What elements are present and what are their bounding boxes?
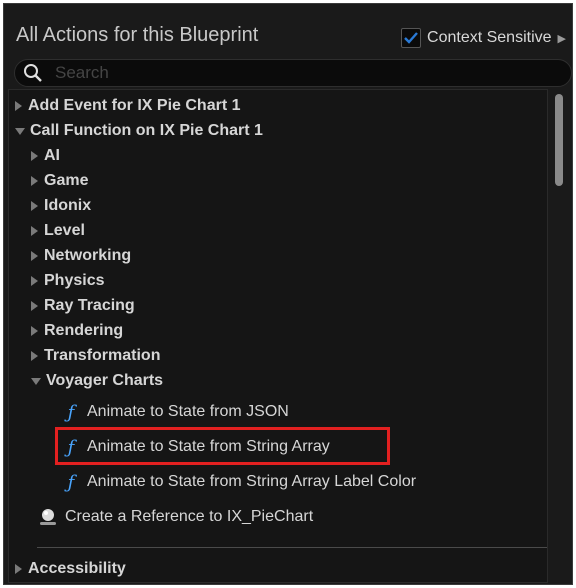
expand-arrow-icon[interactable] xyxy=(31,151,38,161)
category-label: Networking xyxy=(44,247,132,264)
category-label: AI xyxy=(44,147,60,164)
category-transformation[interactable]: Transformation xyxy=(31,345,160,367)
reference-icon xyxy=(40,509,56,525)
blueprint-actions-panel: All Actions for this Blueprint Context S… xyxy=(3,3,573,585)
category-label: Transformation xyxy=(44,347,161,364)
action-tree: Add Event for IX Pie Chart 1 Call Functi… xyxy=(8,89,548,583)
function-icon: ƒ xyxy=(67,401,75,423)
highlight-box xyxy=(55,427,390,465)
expand-arrow-icon[interactable] xyxy=(31,226,38,236)
scrollbar-thumb[interactable] xyxy=(555,94,563,186)
tree-item-label: Call Function on IX Pie Chart 1 xyxy=(30,122,263,139)
tree-item-label: Accessibility xyxy=(28,560,126,577)
expand-arrow-icon[interactable] xyxy=(31,201,38,211)
category-networking[interactable]: Networking xyxy=(31,245,131,267)
tree-item-accessibility[interactable]: Accessibility xyxy=(15,558,126,580)
context-sensitive-checkbox[interactable] xyxy=(401,28,422,48)
function-item[interactable]: ƒ Animate to State from String Array Lab… xyxy=(65,471,416,493)
category-physics[interactable]: Physics xyxy=(31,270,104,292)
create-reference-label: Create a Reference to IX_PieChart xyxy=(65,508,314,525)
create-reference-item[interactable]: Create a Reference to IX_PieChart xyxy=(37,506,313,528)
expand-arrow-icon[interactable] xyxy=(15,564,22,574)
expand-arrow-icon[interactable] xyxy=(31,251,38,261)
category-idonix[interactable]: Idonix xyxy=(31,195,91,217)
expand-arrow-icon[interactable] xyxy=(31,276,38,286)
function-icon: ƒ xyxy=(67,471,75,493)
expand-arrow-icon[interactable] xyxy=(31,176,38,186)
category-label: Ray Tracing xyxy=(44,297,135,314)
search-icon xyxy=(24,64,42,82)
collapse-arrow-icon[interactable] xyxy=(15,127,25,135)
expand-arrow-icon[interactable] xyxy=(15,101,22,111)
function-label: Animate to State from String Array Label… xyxy=(87,473,417,490)
expand-arrow-icon[interactable] xyxy=(31,326,38,336)
chevron-right-icon[interactable]: ▶ xyxy=(558,32,566,45)
category-label: Rendering xyxy=(44,322,124,339)
category-level[interactable]: Level xyxy=(31,220,85,242)
panel-title: All Actions for this Blueprint xyxy=(16,24,259,46)
category-game[interactable]: Game xyxy=(31,170,88,192)
category-label: Level xyxy=(44,222,85,239)
collapse-arrow-icon[interactable] xyxy=(31,377,41,385)
category-label: Idonix xyxy=(44,197,92,214)
category-label: Physics xyxy=(44,272,105,289)
category-ray-tracing[interactable]: Ray Tracing xyxy=(31,295,135,317)
category-rendering[interactable]: Rendering xyxy=(31,320,123,342)
tree-item-add-event[interactable]: Add Event for IX Pie Chart 1 xyxy=(15,95,240,117)
divider xyxy=(37,547,547,548)
expand-arrow-icon[interactable] xyxy=(31,301,38,311)
search-input[interactable] xyxy=(53,62,537,84)
tree-item-call-function[interactable]: Call Function on IX Pie Chart 1 xyxy=(15,120,263,142)
category-ai[interactable]: AI xyxy=(31,145,60,167)
checkmark-icon xyxy=(404,32,418,44)
context-sensitive-toggle[interactable]: Context Sensitive ▶ xyxy=(401,28,566,48)
tree-item-label: Add Event for IX Pie Chart 1 xyxy=(28,97,241,114)
expand-arrow-icon[interactable] xyxy=(31,351,38,361)
function-item[interactable]: ƒ Animate to State from JSON xyxy=(65,401,289,423)
category-voyager-charts[interactable]: Voyager Charts xyxy=(31,370,163,392)
category-label: Game xyxy=(44,172,89,189)
category-label: Voyager Charts xyxy=(46,372,164,389)
function-label: Animate to State from JSON xyxy=(87,403,289,420)
search-bar[interactable] xyxy=(14,59,572,87)
context-sensitive-label: Context Sensitive xyxy=(427,29,552,46)
